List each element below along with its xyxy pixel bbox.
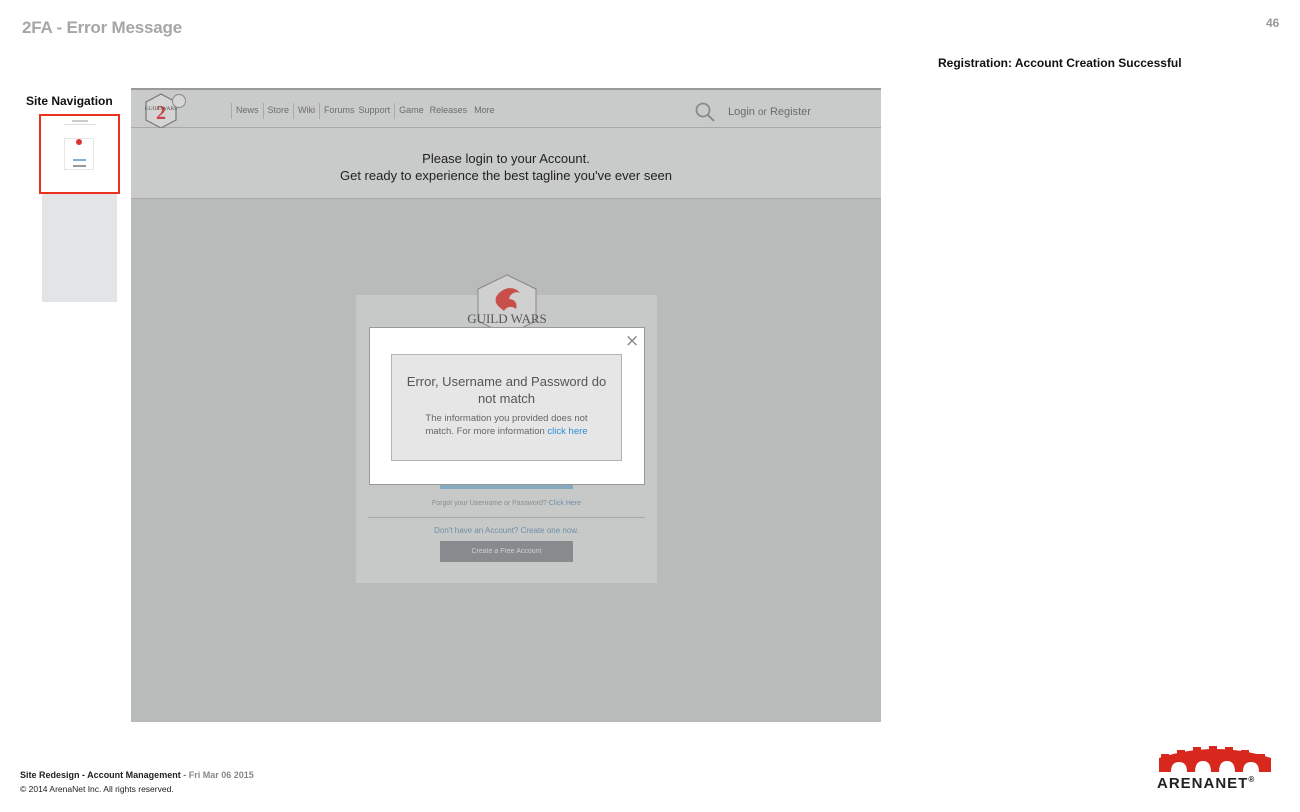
- nav-link-store[interactable]: Store: [262, 103, 294, 119]
- wireframe-mockup: 2 GUILDWARS News Store Wiki Forums Suppo…: [131, 88, 881, 722]
- footer-copyright: © 2014 ArenaNet Inc. All rights reserved…: [20, 784, 174, 794]
- page-number: 46: [1266, 16, 1280, 30]
- card-divider: [368, 517, 645, 518]
- login-link[interactable]: Login: [728, 106, 755, 118]
- nav-link-support[interactable]: Support: [359, 103, 395, 119]
- search-icon[interactable]: [694, 101, 716, 123]
- create-account-link[interactable]: Don't have an Account? Create one now.: [356, 526, 657, 535]
- card-logo-text: GUILD WARS: [467, 311, 547, 326]
- error-title: Error, Username and Password do not matc…: [406, 374, 607, 406]
- project-name: Site Redesign - Account Management: [20, 770, 181, 780]
- footer-date: Fri Mar 06 2015: [188, 770, 254, 780]
- current-page-highlight: [39, 114, 120, 194]
- arenanet-wordmark: ARENANET®: [1157, 775, 1255, 792]
- forgot-text: Forgot your Username or Password?: [431, 500, 547, 507]
- guild-wars-emblem-icon: GUILD WARS: [467, 274, 547, 335]
- tagline-line-2: Get ready to experience the best tagline…: [339, 168, 673, 183]
- nav-link-news[interactable]: News: [231, 103, 263, 119]
- logo-bubble: [172, 94, 186, 108]
- slide-title: 2FA - Error Message: [22, 18, 182, 37]
- forgot-link[interactable]: Click Here: [549, 500, 581, 507]
- nav-link-releases[interactable]: Releases: [428, 103, 472, 119]
- or-text: or: [757, 107, 767, 118]
- error-body: The information you provided does not ma…: [392, 413, 621, 438]
- site-header: 2 GUILDWARS News Store Wiki Forums Suppo…: [131, 88, 881, 129]
- register-link[interactable]: Register: [770, 106, 811, 118]
- login-register: Login or Register: [728, 106, 811, 118]
- more-info-link[interactable]: click here: [547, 426, 587, 437]
- tagline-line-1: Please login to your Account.: [422, 151, 590, 166]
- error-message-box: Error, Username and Password do not matc…: [391, 354, 622, 461]
- site-nav: News Store Wiki Forums Support Game Rele…: [231, 103, 499, 119]
- tagline-band: Please login to your Account. Get ready …: [131, 128, 881, 199]
- error-modal: × Error, Username and Password do not ma…: [369, 327, 645, 485]
- create-free-account-button[interactable]: Create a Free Account: [440, 541, 573, 562]
- forgot-credentials: Forgot your Username or Password? Click …: [356, 500, 657, 507]
- footer-project: Site Redesign - Account Management - Fri…: [20, 770, 254, 780]
- site-navigation-label: Site Navigation: [26, 94, 113, 108]
- close-icon[interactable]: ×: [625, 333, 639, 350]
- registered-mark: ®: [1248, 775, 1256, 784]
- flow-annotation: Registration: Account Creation Successfu…: [938, 56, 1182, 70]
- brand-name: ARENANET: [1157, 775, 1249, 792]
- svg-text:GUILDWARS: GUILDWARS: [145, 106, 177, 112]
- nav-link-forums[interactable]: Forums: [319, 103, 359, 119]
- nav-link-more[interactable]: More: [471, 103, 499, 119]
- nav-link-game[interactable]: Game: [394, 103, 428, 119]
- nav-link-wiki[interactable]: Wiki: [293, 103, 319, 119]
- footer-separator: -: [180, 770, 189, 780]
